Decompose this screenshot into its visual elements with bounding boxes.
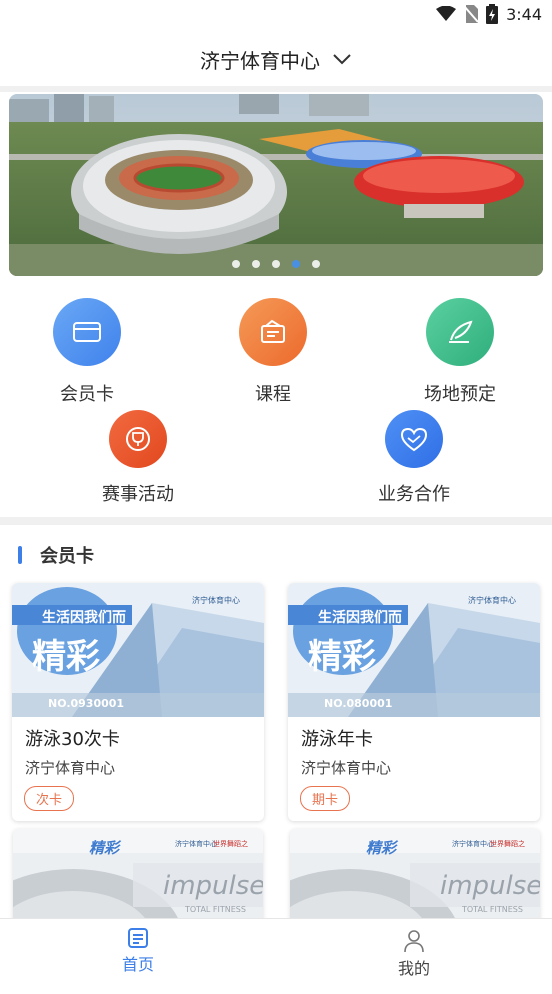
card-image-slogan: 生活因我们而 xyxy=(318,610,402,626)
carousel-dot[interactable] xyxy=(312,260,320,268)
card-image-logo: 济宁体育中心 xyxy=(192,596,240,605)
carousel-dot[interactable] xyxy=(272,260,280,268)
card-image-number: NO.0930001 xyxy=(48,697,125,710)
section-title: 会员卡 xyxy=(40,546,94,567)
card-image-logo: 济宁体育中心 xyxy=(468,596,516,605)
card-image-brand: impulse xyxy=(163,871,263,901)
card-image-logo: 济宁体育中心 xyxy=(452,840,494,848)
trophy-icon[interactable] xyxy=(109,410,167,468)
course-icon[interactable] xyxy=(239,298,307,366)
section-header: 会员卡 xyxy=(18,542,94,568)
card-image-number: NO.080001 xyxy=(324,697,393,710)
nav-business[interactable]: 业务合作 xyxy=(364,410,464,506)
tab-home[interactable]: 首页 xyxy=(78,927,198,992)
nav-course-label: 课程 xyxy=(255,384,291,405)
nav-course[interactable]: 课程 xyxy=(238,298,308,406)
carousel-dot[interactable] xyxy=(252,260,260,268)
header[interactable]: 济宁体育中心 xyxy=(0,32,552,86)
nav-venue-booking[interactable]: 场地预定 xyxy=(405,298,515,406)
card-image-big-text: 精彩 xyxy=(32,637,100,677)
nav-member-card[interactable]: 会员卡 xyxy=(52,298,122,406)
venue-booking-icon[interactable] xyxy=(426,298,494,366)
card-image[interactable]: 生活因我们而 精彩 NO.080001 济宁体育中心 xyxy=(288,583,540,717)
card-image-big-text: 精彩 xyxy=(308,637,376,677)
section-accent-bar xyxy=(18,546,22,564)
nav-venue-booking-label: 场地预定 xyxy=(424,384,496,405)
no-sim-icon xyxy=(464,5,479,23)
banner-carousel[interactable] xyxy=(9,94,543,276)
member-card-icon[interactable] xyxy=(53,298,121,366)
nav-member-card-label: 会员卡 xyxy=(60,384,114,405)
card-image[interactable]: 生活因我们而 精彩 NO.0930001 济宁体育中心 xyxy=(12,583,264,717)
card-name: 游泳30次卡 xyxy=(25,729,120,750)
user-icon[interactable] xyxy=(403,929,425,953)
status-bar: 3:44 xyxy=(0,0,552,32)
tab-mine[interactable]: 我的 xyxy=(354,929,474,994)
carousel-dot[interactable] xyxy=(232,260,240,268)
card-name: 游泳年卡 xyxy=(301,729,373,750)
card-image-brand: impulse xyxy=(440,871,540,901)
membership-card[interactable]: 精彩 济宁体育中心 世界舞蹈之 impulse TOTAL FITNESS xyxy=(290,829,540,929)
bottom-tab-bar: 首页 我的 xyxy=(0,918,552,984)
nav-events[interactable]: 赛事活动 xyxy=(88,410,188,506)
card-venue: 济宁体育中心 xyxy=(25,759,116,777)
page-title[interactable]: 济宁体育中心 xyxy=(200,45,320,74)
membership-card[interactable]: 生活因我们而 精彩 NO.0930001 济宁体育中心 游泳30次卡 济宁体育中… xyxy=(12,583,264,821)
card-image-big-text: 精彩 xyxy=(366,839,397,857)
battery-icon xyxy=(486,4,499,24)
carousel-dots xyxy=(9,260,543,268)
card-image-logo-secondary: 世界舞蹈之 xyxy=(490,840,525,848)
tab-mine-label[interactable]: 我的 xyxy=(398,955,430,979)
nav-business-label: 业务合作 xyxy=(378,484,450,505)
carousel-dot-active[interactable] xyxy=(292,260,300,268)
wifi-icon xyxy=(436,6,457,21)
card-image-logo: 济宁体育中心 xyxy=(175,840,217,848)
membership-card[interactable]: 精彩 济宁体育中心 世界舞蹈之 impulse TOTAL FITNESS xyxy=(13,829,263,929)
card-image-brand-sub: TOTAL FITNESS xyxy=(462,905,523,914)
card-type-badge: 期卡 xyxy=(300,786,351,811)
membership-card[interactable]: 生活因我们而 精彩 NO.080001 济宁体育中心 游泳年卡 济宁体育中心 期… xyxy=(288,583,540,821)
status-time: 3:44 xyxy=(506,4,542,24)
card-type-badge: 次卡 xyxy=(24,786,75,811)
card-venue: 济宁体育中心 xyxy=(301,759,392,777)
divider xyxy=(0,517,552,525)
handshake-icon[interactable] xyxy=(385,410,443,468)
divider xyxy=(0,86,552,92)
home-list-icon[interactable] xyxy=(127,927,149,949)
card-image-big-text: 精彩 xyxy=(89,839,120,857)
card-image-logo-secondary: 世界舞蹈之 xyxy=(213,840,248,848)
card-image-brand-sub: TOTAL FITNESS xyxy=(185,905,246,914)
banner-image[interactable] xyxy=(9,94,543,276)
card-image-slogan: 生活因我们而 xyxy=(42,610,126,626)
tab-home-label[interactable]: 首页 xyxy=(122,951,154,975)
chevron-down-icon[interactable] xyxy=(332,53,352,65)
nav-events-label: 赛事活动 xyxy=(102,484,174,505)
